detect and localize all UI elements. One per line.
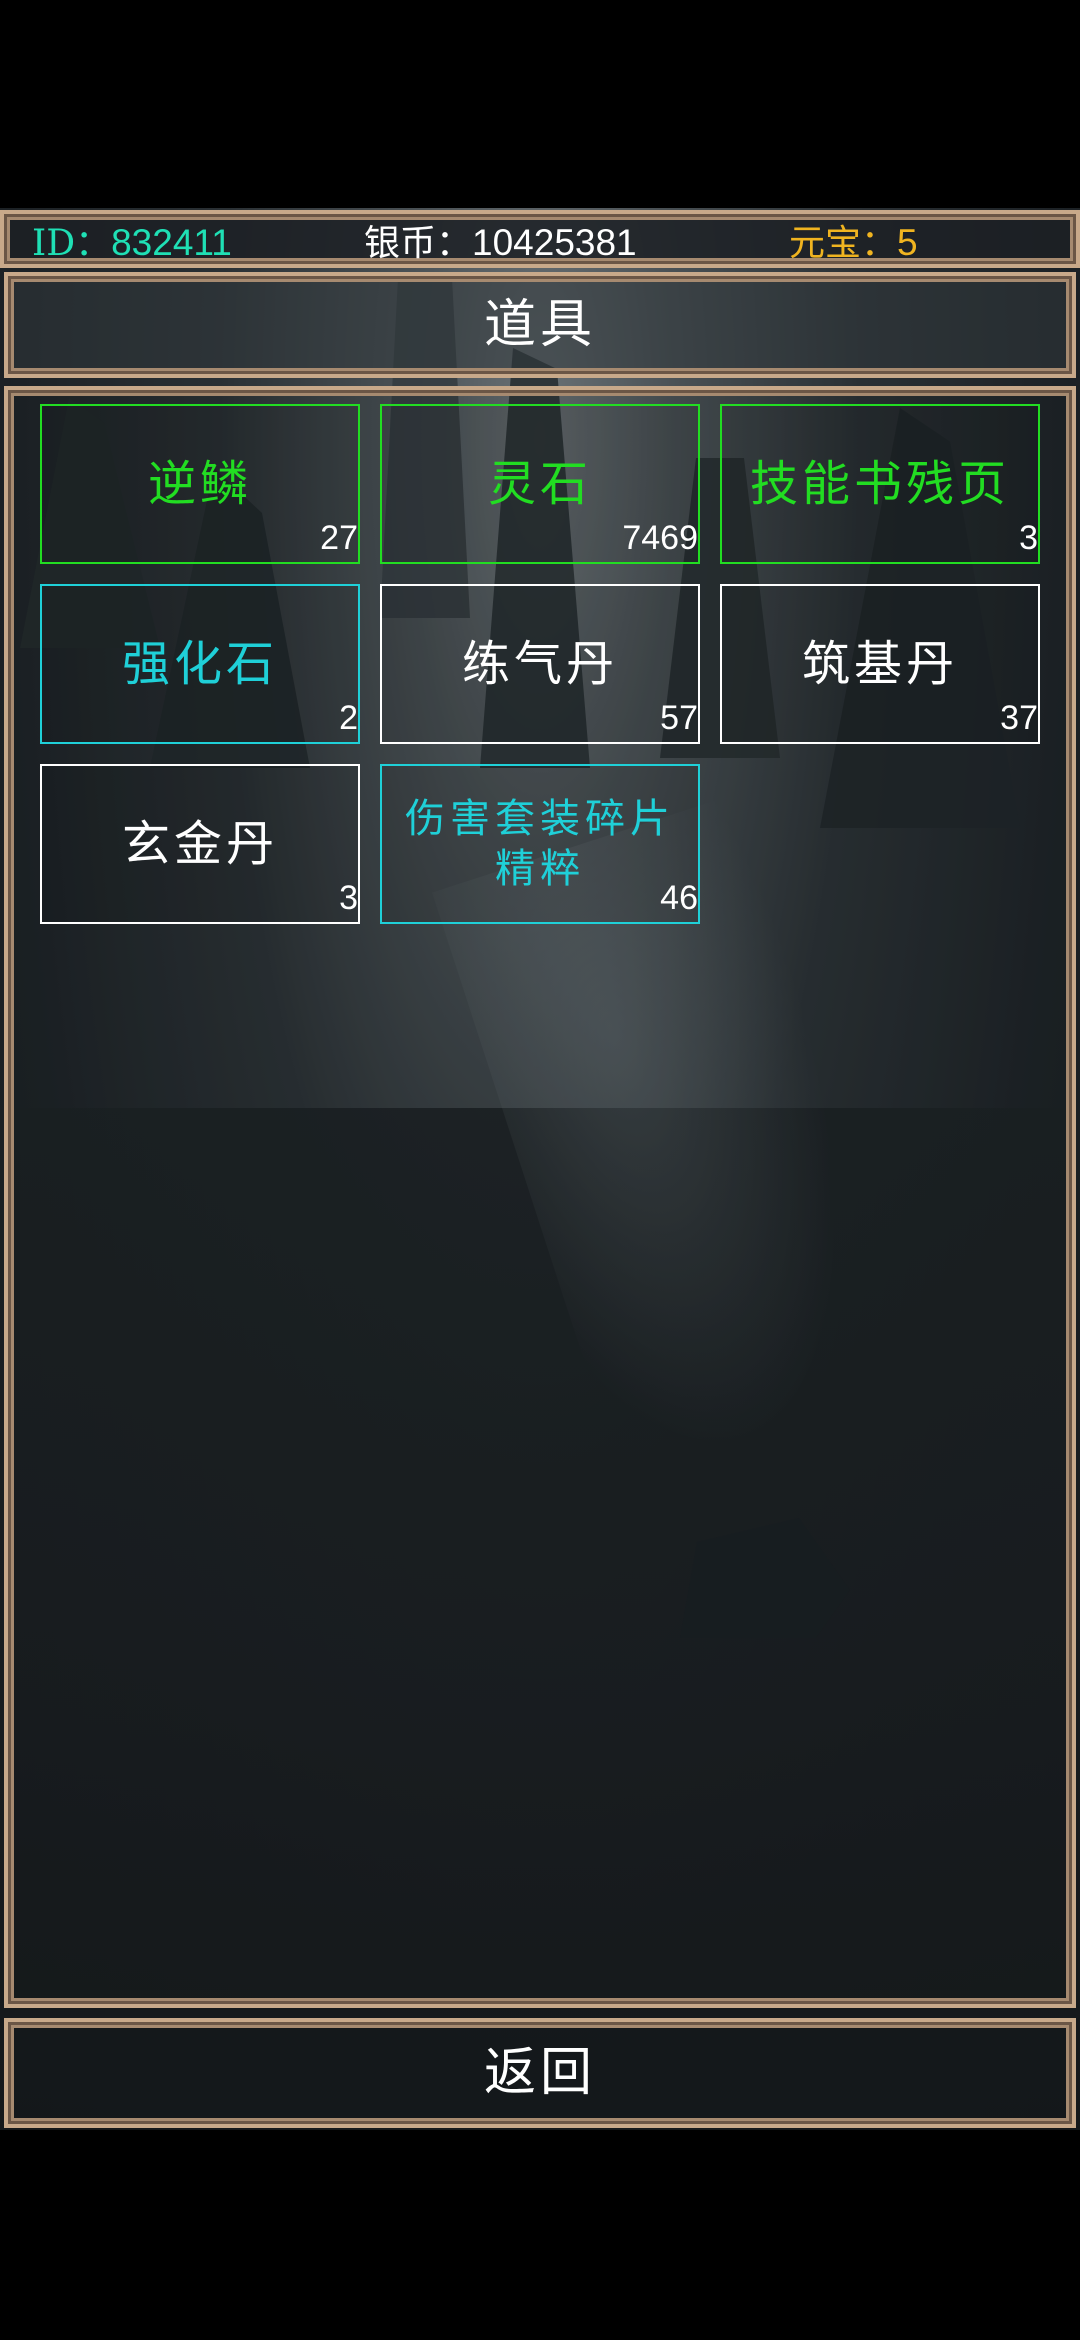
- item-name: 技能书残页: [749, 455, 1010, 512]
- inventory-item[interactable]: 强化石 2: [40, 584, 360, 744]
- item-count: 3: [339, 879, 358, 917]
- inventory-item[interactable]: 练气丹 57: [380, 584, 700, 744]
- item-name: 强化石: [121, 635, 278, 692]
- silver-label: 银币：: [364, 223, 473, 264]
- inventory-item[interactable]: 筑基丹 37: [720, 584, 1040, 744]
- item-count: 27: [320, 519, 358, 557]
- yuanbao-value: 5: [897, 222, 918, 263]
- yuanbao-label: 元宝：: [789, 223, 898, 264]
- item-name: 玄金丹: [121, 815, 278, 872]
- item-count: 57: [660, 699, 698, 737]
- back-button[interactable]: 返回: [8, 2022, 1072, 2124]
- page-title: 道具: [483, 295, 596, 355]
- inventory-item[interactable]: 玄金丹 3: [40, 764, 360, 924]
- item-count: 46: [660, 879, 698, 917]
- inventory-item[interactable]: 灵石 7469: [380, 404, 700, 564]
- back-bar: 返回: [4, 2018, 1076, 2128]
- inventory-item[interactable]: 技能书残页 3: [720, 404, 1040, 564]
- item-name: 练气丹: [461, 635, 618, 692]
- title-bar: 道具: [4, 272, 1076, 378]
- currency-bar: ID：832411 银币：10425381 元宝：5: [0, 210, 1080, 268]
- item-count: 3: [1019, 519, 1038, 557]
- item-count: 37: [1000, 699, 1038, 737]
- inventory-item[interactable]: 逆鳞 27: [40, 404, 360, 564]
- player-id: ID：832411: [32, 214, 232, 272]
- item-name: 筑基丹: [801, 635, 958, 692]
- silver-coins: 银币：10425381: [364, 214, 637, 272]
- silver-value: 10425381: [472, 222, 637, 263]
- item-name: 伤害套装碎片精粹: [405, 796, 675, 892]
- player-id-label: ID：: [32, 223, 112, 264]
- item-count: 2: [339, 699, 358, 737]
- inventory-item[interactable]: 伤害套装碎片精粹 46: [380, 764, 700, 924]
- item-name: 逆鳞: [147, 455, 252, 512]
- item-count: 7469: [622, 519, 698, 557]
- yuanbao: 元宝：5: [789, 214, 918, 272]
- player-id-value: 832411: [111, 222, 232, 263]
